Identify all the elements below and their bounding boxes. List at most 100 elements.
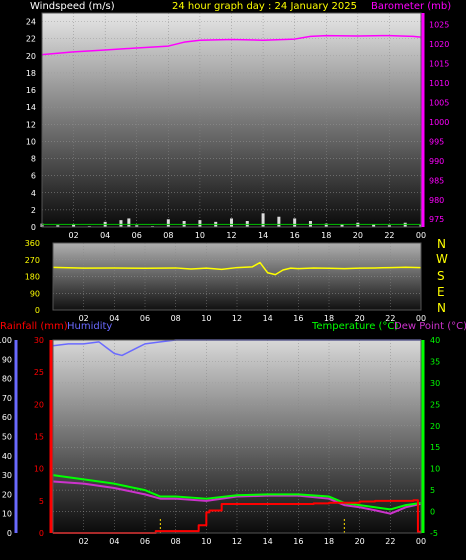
x-tick-label: 12 <box>232 314 242 323</box>
windspeed-label: Windspeed (m/s) <box>30 1 115 12</box>
windspeed-bar <box>230 218 233 227</box>
baro-tick-label: 1010 <box>429 79 449 88</box>
x-tick-label: 14 <box>263 314 273 323</box>
x-tick-label: 22 <box>384 231 394 240</box>
baro-tick-label: 1005 <box>429 98 449 107</box>
rain-tick-label: 10 <box>34 465 44 474</box>
x-tick-label: 12 <box>226 231 236 240</box>
humidity-tick-label: 60 <box>2 413 12 422</box>
dewpoint-label: Dew Point (°C) <box>394 321 466 332</box>
baro-tick-label: 1000 <box>429 118 449 127</box>
temp-tick-label: 35 <box>430 357 440 366</box>
wind-tick-label: 14 <box>26 103 36 112</box>
rain-tick-label: 20 <box>34 400 44 409</box>
windspeed-bar <box>198 220 201 227</box>
x-tick-label: 02 <box>79 537 89 546</box>
humidity-tick-label: 50 <box>2 433 12 442</box>
x-tick-label: 04 <box>100 231 110 240</box>
weather-graph-page: 0204060810121416182022000246810121416182… <box>0 0 466 555</box>
humidity-tick-label: 80 <box>2 375 12 384</box>
temp-tick-label: 20 <box>430 422 440 431</box>
windspeed-bar <box>293 218 296 227</box>
x-tick-label: 08 <box>171 537 181 546</box>
temp-tick-label: 15 <box>430 443 440 452</box>
wind-tick-label: 22 <box>26 35 36 44</box>
x-tick-label: 10 <box>201 314 211 323</box>
wind-tick-label: 0 <box>31 223 36 232</box>
baro-tick-label: 1015 <box>429 60 449 69</box>
x-tick-label: 18 <box>324 537 334 546</box>
humidity-tick-label: 10 <box>2 510 12 519</box>
temp-tick-label: 0 <box>430 508 435 517</box>
compass-n-bottom: N <box>437 301 446 315</box>
x-tick-label: 08 <box>163 231 173 240</box>
windspeed-bar <box>277 217 280 227</box>
direction-tick-label: 180 <box>25 273 40 282</box>
direction-tick-label: 360 <box>25 239 40 248</box>
temperature-label: Temperature (°C) <box>311 321 398 332</box>
x-tick-label: 12 <box>232 537 242 546</box>
temp-tick-label: 5 <box>430 486 435 495</box>
direction-tick-label: 90 <box>30 289 40 298</box>
plot-area-wind <box>42 13 421 227</box>
humidity-tick-label: 90 <box>2 355 12 364</box>
temp-tick-label: 30 <box>430 379 440 388</box>
x-tick-label: 06 <box>140 314 150 323</box>
x-tick-label: 20 <box>355 537 365 546</box>
baro-tick-label: 980 <box>429 196 444 205</box>
wind-tick-label: 2 <box>31 206 36 215</box>
wind-tick-label: 24 <box>26 18 36 27</box>
rain-tick-label: 25 <box>34 368 44 377</box>
compass-e: E <box>437 285 445 299</box>
compass-w: W <box>436 252 448 266</box>
weather-graphs-svg: 0204060810121416182022000246810121416182… <box>0 0 466 555</box>
wind-tick-label: 8 <box>31 155 36 164</box>
windspeed-bar <box>119 220 122 227</box>
x-tick-label: 00 <box>416 231 426 240</box>
wind-tick-label: 20 <box>26 52 36 61</box>
temp-tick-label: 10 <box>430 465 440 474</box>
rain-tick-label: 0 <box>39 529 44 538</box>
x-tick-label: 16 <box>293 314 303 323</box>
x-tick-label: 18 <box>321 231 331 240</box>
x-tick-label: 06 <box>140 537 150 546</box>
wind-tick-label: 10 <box>26 137 36 146</box>
direction-tick-label: 270 <box>25 256 40 265</box>
x-tick-label: 02 <box>68 231 78 240</box>
x-tick-label: 20 <box>353 231 363 240</box>
barometer-label: Barometer (mb) <box>371 1 451 12</box>
direction-tick-label: 0 <box>35 306 40 315</box>
x-tick-label: 10 <box>195 231 205 240</box>
rain-tick-label: 15 <box>34 433 44 442</box>
wind-tick-label: 12 <box>26 120 36 129</box>
compass-s: S <box>437 269 445 283</box>
x-tick-label: 00 <box>416 537 426 546</box>
x-tick-label: 22 <box>385 537 395 546</box>
humidity-tick-label: 40 <box>2 452 12 461</box>
rain-tick-label: 5 <box>39 497 44 506</box>
rain-tick-label: 30 <box>34 336 44 345</box>
wind-tick-label: 16 <box>26 86 36 95</box>
humidity-tick-label: 100 <box>0 336 12 345</box>
windspeed-bar <box>167 219 170 227</box>
humidity-label: Humidity <box>67 321 112 332</box>
x-tick-label: 06 <box>132 231 142 240</box>
x-tick-label: 14 <box>263 537 273 546</box>
rainfall-label: Rainfall (mm) <box>0 321 68 332</box>
baro-tick-label: 990 <box>429 157 444 166</box>
x-tick-label: 08 <box>171 314 181 323</box>
windspeed-bar <box>127 218 130 227</box>
chart-title: 24 hour graph day : 24 January 2025 <box>172 1 357 12</box>
wind-tick-label: 18 <box>26 69 36 78</box>
temp-tick-label: 25 <box>430 400 440 409</box>
baro-tick-label: 975 <box>429 215 444 224</box>
x-tick-label: 16 <box>290 231 300 240</box>
baro-tick-label: 995 <box>429 137 444 146</box>
temp-tick-label: -5 <box>430 529 438 538</box>
wind-tick-label: 6 <box>31 172 36 181</box>
x-tick-label: 16 <box>293 537 303 546</box>
humidity-tick-label: 70 <box>2 394 12 403</box>
temp-tick-label: 40 <box>430 336 440 345</box>
baro-tick-label: 985 <box>429 176 444 185</box>
x-tick-label: 14 <box>258 231 268 240</box>
